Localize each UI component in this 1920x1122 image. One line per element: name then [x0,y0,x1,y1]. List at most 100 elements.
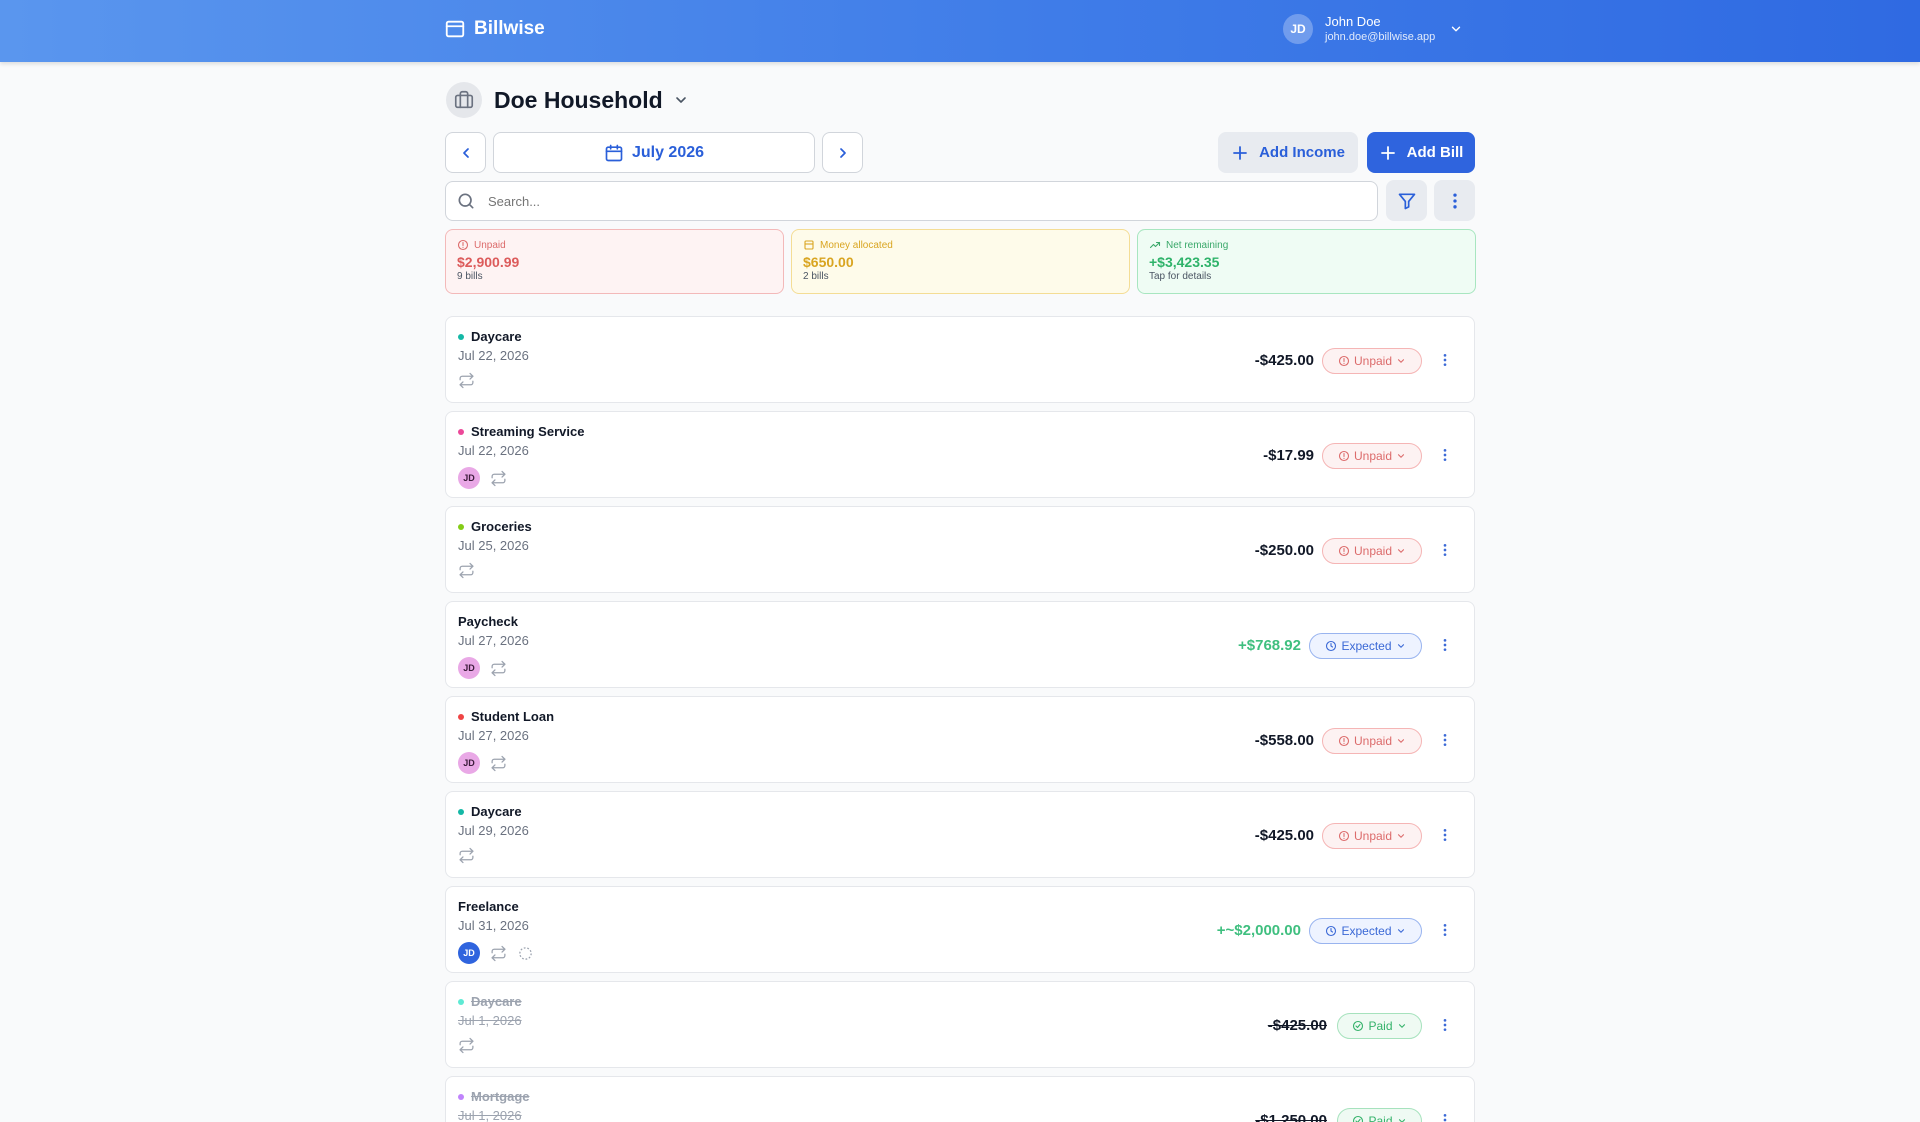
repeat-icon [491,660,506,676]
bill-row[interactable]: Student Loan Jul 27, 2026 JD -$558.00 Unpaid [445,696,1475,783]
kebab-menu-icon [1452,193,1457,208]
category-dot [458,998,464,1005]
bill-row[interactable]: Groceries Jul 25, 2026 -$250.00 Unpaid [445,506,1475,593]
prev-month-button[interactable] [445,132,486,173]
chevron-down-icon [1397,549,1405,553]
chevron-left-icon [462,147,469,158]
bill-amount: +~$2,000.00 [1216,922,1301,939]
household-selector[interactable]: Doe Household [446,82,689,118]
user-email: john.doe@billwise.app [1325,31,1436,43]
allocated-value: $650.00 [803,254,854,270]
row-menu-button[interactable] [1435,445,1455,465]
repeat-icon [491,755,506,771]
bill-name: Student Loan [471,709,555,724]
check-circle-icon [1353,1020,1364,1032]
status-dropdown[interactable]: Paid [1337,1108,1422,1122]
chevron-down-icon [1397,834,1405,838]
status-dropdown[interactable]: Unpaid [1322,538,1422,564]
kebab-menu-icon [1443,544,1447,556]
household-icon-badge [446,82,482,118]
bill-date: Jul 31, 2026 [458,918,529,933]
bill-row[interactable]: Daycare Jul 1, 2026 -$425.00 Paid [445,981,1475,1068]
bill-row[interactable]: Daycare Jul 29, 2026 -$425.00 Unpaid [445,791,1475,878]
next-month-button[interactable] [822,132,863,173]
bill-row[interactable]: Streaming Service Jul 22, 2026 JD -$17.99 Un… [445,411,1475,498]
status-dropdown[interactable]: Expected [1309,918,1422,944]
bill-row[interactable]: Daycare Jul 22, 2026 -$425.00 Unpaid [445,316,1475,403]
chevron-down-icon [1397,929,1404,933]
bill-name: Groceries [471,519,532,534]
month-picker-button[interactable]: July 2026 [493,132,815,173]
net-label: Net remaining [1166,239,1229,251]
repeat-icon [491,470,506,486]
row-menu-button[interactable] [1435,540,1455,560]
bill-date: Jul 27, 2026 [458,728,529,743]
bill-name: Mortgage [471,1089,530,1104]
clock-icon [1326,640,1337,652]
brand-name: Billwise [474,18,545,39]
bill-row[interactable]: Freelance Jul 31, 2026 JD +~$2,000.00 Expect… [445,886,1475,973]
chevron-down-icon [675,97,686,103]
summary-card-allocated[interactable]: Money allocated $650.00 2 bills [791,229,1130,294]
status-dropdown[interactable]: Unpaid [1322,443,1422,469]
search-input[interactable] [488,193,1348,209]
chevron-down-icon [1397,739,1405,743]
status-dropdown[interactable]: Paid [1337,1013,1422,1039]
kebab-menu-icon [1443,639,1447,651]
summary-card-net[interactable]: Net remaining +$3,423.35 Tap for details [1137,229,1476,294]
row-menu-button[interactable] [1435,635,1455,655]
status-dropdown[interactable]: Expected [1309,633,1422,659]
chevron-down-icon [1398,1024,1405,1028]
category-dot [458,333,464,340]
bill-name: Freelance [458,899,519,914]
status-dropdown[interactable]: Unpaid [1322,823,1422,849]
chevron-down-icon [1397,454,1405,458]
alert-circle-icon [1338,735,1350,747]
status-label: Unpaid [1353,449,1393,463]
more-options-button[interactable] [1434,180,1475,221]
status-dropdown[interactable]: Unpaid [1322,348,1422,374]
unpaid-count: 9 bills [457,271,483,282]
trending-up-icon [1149,241,1161,249]
wallet-icon [445,20,465,38]
allocated-label: Money allocated [820,239,893,251]
plus-icon [1233,145,1247,160]
category-dot [458,428,464,435]
row-menu-button[interactable] [1435,920,1455,940]
repeat-icon [459,1037,474,1054]
bill-name: Daycare [471,804,522,819]
bill-amount: -$558.00 [1254,732,1314,749]
summary-card-unpaid[interactable]: Unpaid $2,900.99 9 bills [445,229,784,294]
row-menu-button[interactable] [1435,825,1455,845]
bill-amount: -$425.00 [1267,1017,1327,1034]
bill-amount: -$17.99 [1263,447,1314,464]
kebab-menu-icon [1443,449,1447,461]
status-label: Expected [1341,639,1392,653]
bill-row[interactable]: Mortgage Jul 1, 2026 -$1,250.00 Paid [445,1076,1475,1122]
add-bill-button[interactable]: Add Bill [1367,132,1475,173]
bill-date: Jul 29, 2026 [458,823,529,838]
search-bar[interactable] [445,181,1378,221]
assignee-avatar: JD [458,752,480,774]
user-menu[interactable]: JD John Doe john.doe@billwise.app [1283,14,1463,44]
bill-row[interactable]: Paycheck Jul 27, 2026 JD +$768.92 Expected [445,601,1475,688]
row-menu-button[interactable] [1435,730,1455,750]
row-menu-button[interactable] [1435,350,1455,370]
status-dropdown[interactable]: Unpaid [1322,728,1422,754]
filter-button[interactable] [1386,180,1427,221]
add-income-button[interactable]: Add Income [1218,132,1358,173]
add-bill-label: Add Bill [1406,144,1464,161]
chevron-down-icon [1452,26,1461,32]
add-income-label: Add Income [1259,144,1345,161]
bill-amount: -$425.00 [1254,352,1314,369]
row-menu-button[interactable] [1435,1015,1455,1035]
row-menu-button[interactable] [1435,1110,1455,1122]
bill-date: Jul 22, 2026 [458,348,529,363]
category-dot [458,713,464,720]
status-label: Unpaid [1353,354,1393,368]
brand-logo[interactable]: Billwise [444,18,545,40]
net-details: Tap for details [1149,271,1212,282]
household-title: Doe Household [494,86,663,113]
bill-date: Jul 25, 2026 [458,538,529,553]
unpaid-label: Unpaid [474,239,506,251]
